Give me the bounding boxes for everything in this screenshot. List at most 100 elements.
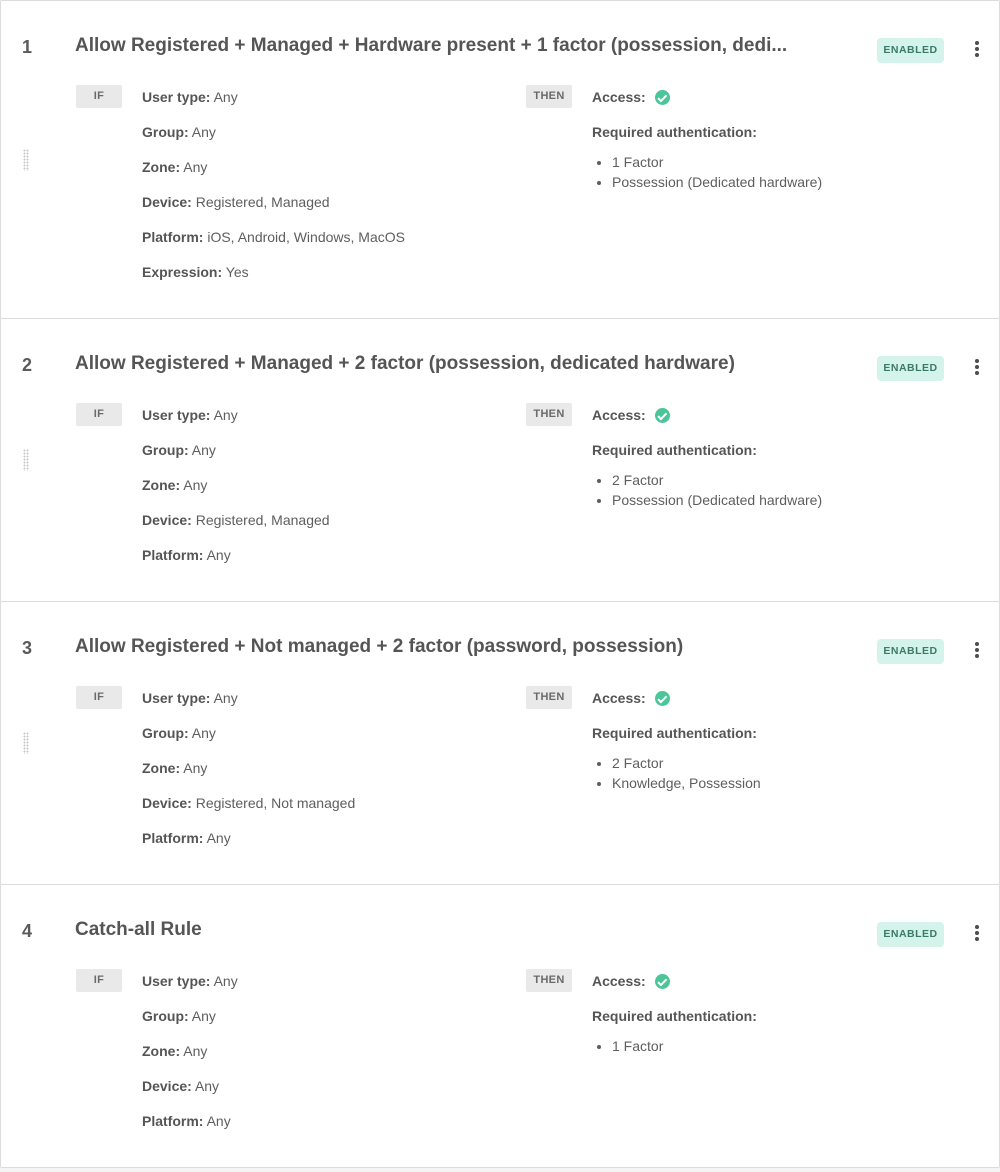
condition-zone: Zone: Any bbox=[142, 157, 405, 192]
condition-value: Any bbox=[183, 1043, 208, 1059]
required-auth-item: Possession (Dedicated hardware) bbox=[612, 172, 822, 192]
condition-device: Device: Registered, Managed bbox=[142, 510, 330, 545]
condition-group: Group: Any bbox=[142, 1006, 238, 1041]
more-options-icon[interactable] bbox=[967, 922, 987, 944]
condition-key: Expression: bbox=[142, 264, 223, 280]
condition-value: Registered, Not managed bbox=[195, 795, 356, 811]
conditions-list: User type: Any Group: Any Zone: Any Devi… bbox=[142, 971, 238, 1146]
then-block: Access: Required authentication: 1 Facto… bbox=[592, 971, 757, 1056]
condition-platform: Platform: iOS, Android, Windows, MacOS bbox=[142, 227, 405, 262]
if-tag: IF bbox=[76, 686, 122, 709]
rule-title: Allow Registered + Managed + Hardware pr… bbox=[75, 35, 788, 56]
condition-group: Group: Any bbox=[142, 723, 355, 758]
condition-key: Platform: bbox=[142, 229, 204, 245]
condition-value: Registered, Managed bbox=[195, 194, 330, 210]
conditions-list: User type: Any Group: Any Zone: Any Devi… bbox=[142, 87, 405, 297]
check-circle-icon bbox=[654, 974, 670, 989]
conditions-list: User type: Any Group: Any Zone: Any Devi… bbox=[142, 405, 330, 580]
conditions-list: User type: Any Group: Any Zone: Any Devi… bbox=[142, 688, 355, 863]
condition-key: Group: bbox=[142, 1008, 189, 1024]
rule-number: 4 bbox=[22, 921, 33, 941]
required-auth-item: Possession (Dedicated hardware) bbox=[612, 490, 822, 510]
rule-card-4: 4 Catch-all Rule ENABLED IF User type: A… bbox=[0, 884, 1000, 1168]
then-block: Access: Required authentication: 1 Facto… bbox=[592, 87, 822, 192]
more-options-icon[interactable] bbox=[967, 38, 987, 60]
condition-value: Registered, Managed bbox=[195, 512, 330, 528]
condition-value: iOS, Android, Windows, MacOS bbox=[207, 229, 405, 245]
condition-zone: Zone: Any bbox=[142, 1041, 238, 1076]
condition-platform: Platform: Any bbox=[142, 828, 355, 863]
condition-platform: Platform: Any bbox=[142, 1111, 238, 1146]
status-badge: ENABLED bbox=[877, 356, 944, 381]
condition-value: Any bbox=[183, 760, 208, 776]
drag-handle-icon[interactable] bbox=[23, 732, 29, 754]
more-options-icon[interactable] bbox=[967, 356, 987, 378]
condition-value: Any bbox=[213, 407, 238, 423]
then-tag: THEN bbox=[526, 85, 572, 108]
condition-key: Group: bbox=[142, 124, 189, 140]
condition-zone: Zone: Any bbox=[142, 758, 355, 793]
condition-group: Group: Any bbox=[142, 440, 330, 475]
required-auth-label: Required authentication: bbox=[592, 725, 757, 741]
condition-key: Platform: bbox=[142, 547, 204, 563]
condition-key: Zone: bbox=[142, 159, 181, 175]
condition-key: Zone: bbox=[142, 760, 181, 776]
rule-title: Allow Registered + Not managed + 2 facto… bbox=[75, 636, 684, 657]
condition-value: Any bbox=[206, 1113, 231, 1129]
condition-value: Any bbox=[206, 830, 231, 846]
condition-key: User type: bbox=[142, 690, 211, 706]
access-row: Access: bbox=[592, 688, 761, 723]
condition-key: Device: bbox=[142, 1078, 192, 1094]
condition-value: Any bbox=[213, 973, 238, 989]
condition-value: Any bbox=[191, 1008, 216, 1024]
check-circle-icon bbox=[654, 408, 670, 423]
drag-handle-icon[interactable] bbox=[23, 449, 29, 471]
rule-card-1: 1 Allow Registered + Managed + Hardware … bbox=[0, 0, 1000, 319]
more-options-icon[interactable] bbox=[967, 639, 987, 661]
rule-title: Catch-all Rule bbox=[75, 919, 202, 940]
condition-user-type: User type: Any bbox=[142, 405, 330, 440]
if-tag: IF bbox=[76, 85, 122, 108]
condition-value: Any bbox=[213, 690, 238, 706]
then-block: Access: Required authentication: 2 Facto… bbox=[592, 405, 822, 510]
required-auth-item: 2 Factor bbox=[612, 470, 822, 490]
status-badge: ENABLED bbox=[877, 38, 944, 63]
status-badge: ENABLED bbox=[877, 639, 944, 664]
condition-key: User type: bbox=[142, 89, 211, 105]
condition-device: Device: Registered, Managed bbox=[142, 192, 405, 227]
condition-device: Device: Registered, Not managed bbox=[142, 793, 355, 828]
required-auth-item: 1 Factor bbox=[612, 1036, 757, 1056]
condition-value: Any bbox=[191, 725, 216, 741]
drag-handle-icon[interactable] bbox=[23, 149, 29, 171]
access-label: Access: bbox=[592, 973, 646, 989]
then-tag: THEN bbox=[526, 686, 572, 709]
condition-value: Any bbox=[194, 1078, 220, 1094]
condition-key: Device: bbox=[142, 512, 192, 528]
rule-title: Allow Registered + Managed + 2 factor (p… bbox=[75, 353, 735, 374]
check-circle-icon bbox=[654, 90, 670, 105]
check-circle-icon bbox=[654, 691, 670, 706]
condition-value: Any bbox=[183, 159, 208, 175]
if-tag: IF bbox=[76, 969, 122, 992]
condition-value: Any bbox=[213, 89, 238, 105]
condition-key: User type: bbox=[142, 407, 211, 423]
required-auth-list: 1 Factor bbox=[592, 1036, 757, 1056]
access-label: Access: bbox=[592, 690, 646, 706]
rule-number: 2 bbox=[22, 355, 33, 375]
condition-key: Zone: bbox=[142, 1043, 181, 1059]
rule-card-2: 2 Allow Registered + Managed + 2 factor … bbox=[0, 318, 1000, 602]
condition-key: Platform: bbox=[142, 830, 204, 846]
condition-user-type: User type: Any bbox=[142, 971, 238, 1006]
required-auth-label: Required authentication: bbox=[592, 442, 757, 458]
condition-value: Any bbox=[183, 477, 208, 493]
condition-user-type: User type: Any bbox=[142, 87, 405, 122]
status-badge: ENABLED bbox=[877, 922, 944, 947]
condition-value: Any bbox=[191, 124, 216, 140]
required-auth-item: 2 Factor bbox=[612, 753, 761, 773]
condition-key: Group: bbox=[142, 725, 189, 741]
condition-platform: Platform: Any bbox=[142, 545, 330, 580]
condition-user-type: User type: Any bbox=[142, 688, 355, 723]
if-tag: IF bbox=[76, 403, 122, 426]
condition-value: Any bbox=[206, 547, 231, 563]
required-auth-label: Required authentication: bbox=[592, 124, 757, 140]
